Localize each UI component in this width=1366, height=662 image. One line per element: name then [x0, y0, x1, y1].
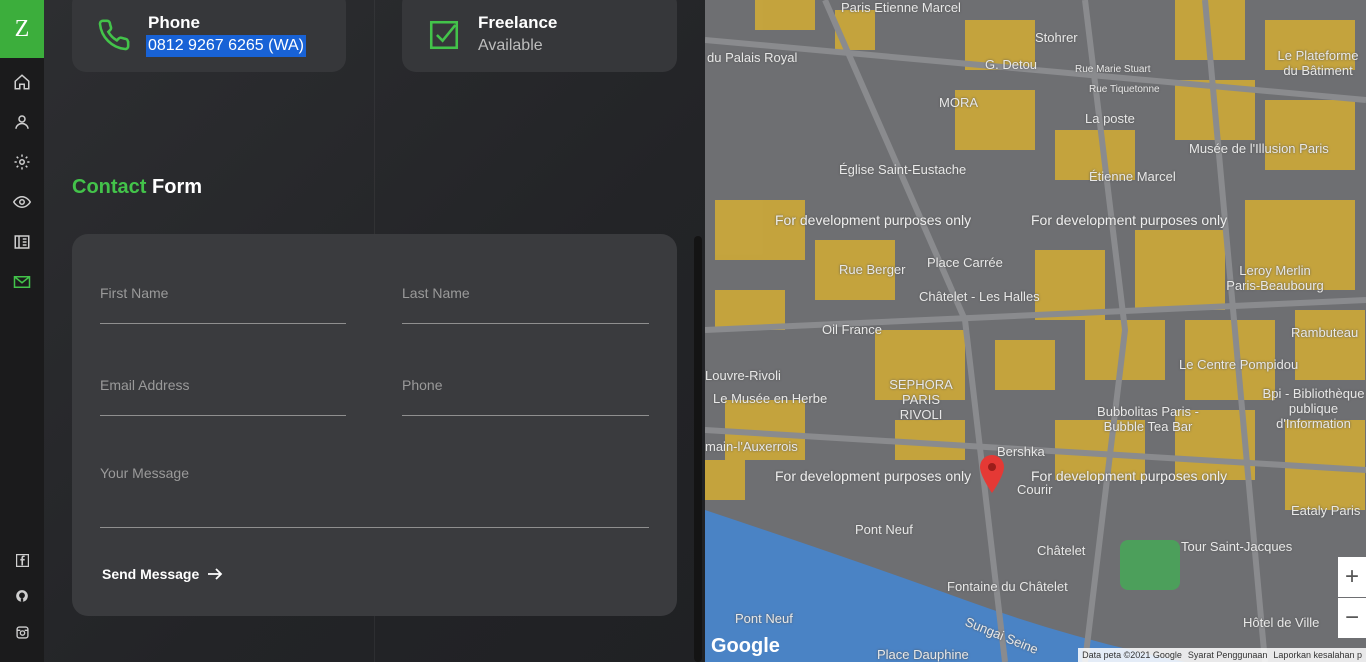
arrow-right-icon: [208, 568, 223, 580]
map-label: Pont Neuf: [735, 611, 793, 626]
message-placeholder: Your Message: [100, 465, 189, 481]
instagram-icon[interactable]: [12, 622, 32, 642]
map-label: MORA: [939, 95, 978, 110]
gear-icon[interactable]: [12, 152, 32, 172]
email-placeholder: Email Address: [100, 377, 190, 393]
map-label: G. Detou: [985, 57, 1038, 72]
dev-watermark: For development purposes only: [775, 468, 972, 484]
map-label: Courir: [1017, 482, 1053, 497]
map-label: Tour Saint-Jacques: [1181, 539, 1293, 554]
mail-icon[interactable]: [12, 272, 32, 292]
map-label: Hôtel de Ville: [1243, 615, 1320, 630]
map-label: SEPHORA PARIS RIVOLI: [889, 377, 953, 422]
title-accent: Contact: [72, 176, 147, 198]
freelance-card: Freelance Available: [402, 0, 677, 72]
phone-icon: [96, 17, 132, 53]
sidebar-nav: [0, 72, 44, 292]
github-icon[interactable]: [12, 586, 32, 606]
map-label: Eataly Paris: [1291, 503, 1361, 518]
map-label: Rambuteau: [1291, 325, 1359, 340]
map-label: Stohrer: [1035, 30, 1078, 45]
map-label: Place Dauphine: [877, 647, 969, 662]
zoom-in-button[interactable]: +: [1338, 557, 1366, 597]
map-label: Fontaine du Châtelet: [947, 579, 1068, 594]
map-label: Le Musée en Herbe: [713, 391, 828, 406]
phone-card: Phone 0812 9267 6265 (WA): [72, 0, 346, 72]
map-label: Église Saint-Eustache: [839, 162, 967, 177]
first-name-placeholder: First Name: [100, 285, 169, 301]
map-label: Rue Tiquetonne: [1089, 84, 1160, 95]
map-label: du Palais Royal: [707, 50, 798, 65]
facebook-icon[interactable]: [12, 550, 32, 570]
map-label: Pont Neuf: [855, 522, 913, 537]
map-attribution: Data peta ©2021 Google Syarat Penggunaan…: [1078, 648, 1366, 662]
map-label: Rue Marie Stuart: [1075, 64, 1151, 75]
map-label: Châtelet: [1037, 543, 1086, 558]
eye-icon[interactable]: [12, 192, 32, 212]
map-label: Oil France: [822, 322, 882, 337]
freelance-value: Available: [478, 37, 543, 54]
map-label: Place Carrée: [927, 255, 1003, 270]
map-label: Bubbolitas Paris - Bubble Tea Bar: [1097, 404, 1199, 434]
send-message-button[interactable]: Send Message: [102, 566, 223, 582]
title-rest: Form: [152, 176, 203, 198]
map-label: Le Plateforme du Bâtiment: [1277, 48, 1359, 78]
dev-watermark: For development purposes only: [1031, 212, 1228, 228]
zoom-out-button[interactable]: −: [1338, 598, 1366, 638]
map-label: Louvre-Rivoli: [705, 368, 781, 383]
contact-section: Phone 0812 9267 6265 (WA) Freelance Avai…: [44, 0, 705, 662]
map-label: Bershka: [997, 444, 1045, 459]
map-data-credit: Data peta ©2021 Google: [1082, 650, 1182, 660]
contact-form-title: Contact Form: [72, 176, 202, 199]
email-field[interactable]: Email Address: [100, 377, 346, 416]
home-icon[interactable]: [12, 72, 32, 92]
map-label: Le Centre Pompidou: [1179, 357, 1299, 372]
logo[interactable]: Z: [0, 0, 44, 58]
phone-placeholder: Phone: [402, 377, 443, 393]
user-icon[interactable]: [12, 112, 32, 132]
checkbox-icon: [426, 17, 462, 53]
map[interactable]: Paris Etienne Marcel Stohrer du Palais R…: [705, 0, 1366, 662]
dev-watermark: For development purposes only: [775, 212, 972, 228]
scrollbar[interactable]: [694, 236, 702, 662]
portfolio-icon[interactable]: [12, 232, 32, 252]
map-label: Châtelet - Les Halles: [919, 289, 1040, 304]
send-message-label: Send Message: [102, 566, 200, 582]
first-name-field[interactable]: First Name: [100, 285, 346, 324]
map-label: main-l'Auxerrois: [705, 439, 798, 454]
map-label: Étienne Marcel: [1089, 169, 1176, 184]
dev-watermark: For development purposes only: [1031, 468, 1228, 484]
map-label: Paris Etienne Marcel: [841, 0, 961, 15]
last-name-placeholder: Last Name: [402, 285, 470, 301]
terms-link[interactable]: Syarat Penggunaan: [1188, 650, 1268, 660]
sidebar: Z: [0, 0, 44, 662]
map-label: La poste: [1085, 111, 1135, 126]
freelance-title: Freelance: [478, 13, 558, 32]
phone-value[interactable]: 0812 9267 6265 (WA): [146, 35, 306, 57]
map-label: Musée de l'Illusion Paris: [1189, 141, 1329, 156]
report-error-link[interactable]: Laporkan kesalahan p: [1273, 650, 1362, 660]
map-tiles: [705, 0, 1366, 662]
map-label: Rue Berger: [839, 262, 906, 277]
contact-form: First Name Last Name Email Address Phone…: [72, 234, 677, 616]
last-name-field[interactable]: Last Name: [402, 285, 649, 324]
social-links: [0, 550, 44, 642]
map-label: Bpi - Bibliothèque publique d'Informatio…: [1262, 386, 1365, 431]
google-logo[interactable]: Google: [711, 635, 780, 658]
map-label: Leroy Merlin Paris-Beaubourg: [1226, 263, 1324, 293]
phone-title: Phone: [148, 13, 200, 32]
message-field[interactable]: Your Message: [100, 464, 649, 528]
phone-field[interactable]: Phone: [402, 377, 649, 416]
